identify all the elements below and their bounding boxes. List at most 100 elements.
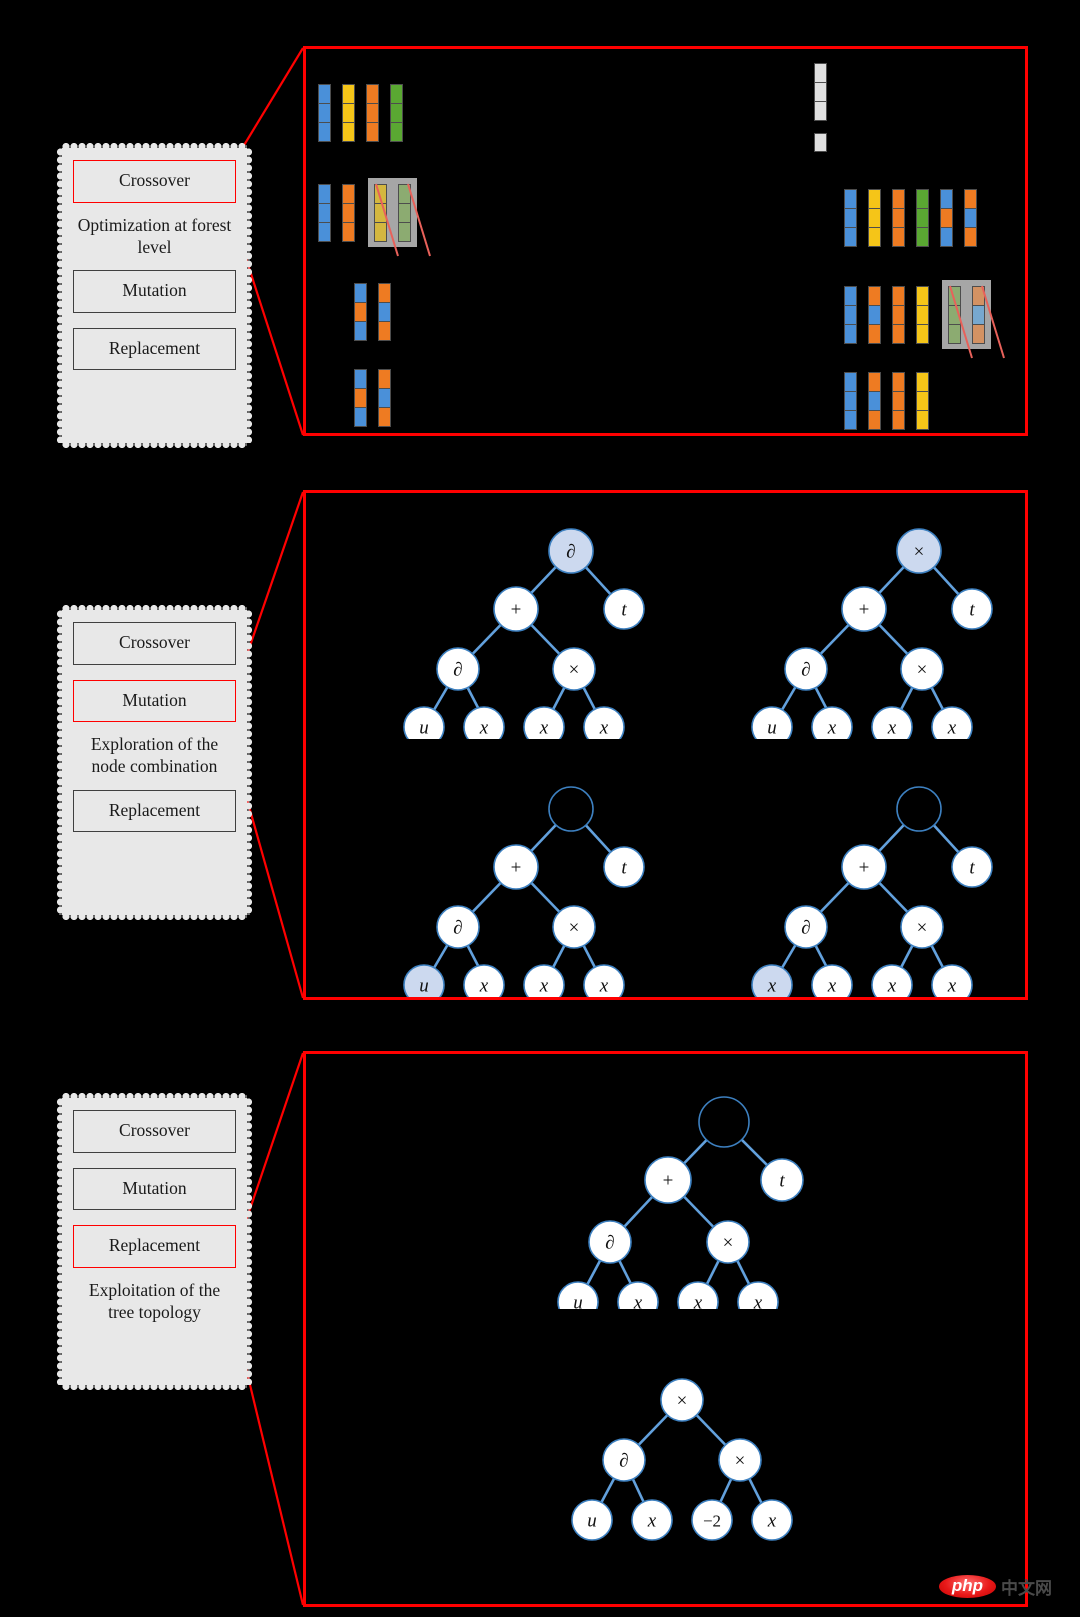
bar: [378, 283, 391, 341]
svg-text:t: t: [969, 600, 975, 621]
svg-text:×: ×: [677, 1391, 688, 1412]
selected-bar-group[interactable]: [368, 178, 417, 248]
svg-text:x: x: [599, 718, 609, 739]
tree-node-root-empty: [896, 786, 942, 832]
bar: [378, 369, 391, 427]
bar: [892, 189, 905, 247]
op-button-crossover[interactable]: Crossover: [73, 1110, 236, 1153]
bar-row-parent-b: [354, 283, 391, 341]
bar: [354, 369, 367, 427]
bar-row-placeholder-grey: [814, 63, 827, 153]
svg-text:x: x: [767, 976, 777, 997]
svg-text:×: ×: [917, 918, 928, 939]
svg-text:x: x: [827, 976, 837, 997]
svg-text:u: u: [767, 718, 777, 739]
bar: [366, 84, 379, 142]
bar: [892, 372, 905, 430]
tree-node-root-empty: [548, 786, 594, 832]
bar: [318, 84, 331, 142]
op-button-crossover[interactable]: Crossover: [73, 622, 236, 665]
svg-text:x: x: [479, 976, 489, 997]
tree-repl-after: × ∂ × u x −2 x: [571, 1378, 793, 1541]
bar: [972, 286, 985, 344]
svg-text:u: u: [419, 718, 429, 739]
card-edge-right: [245, 148, 252, 443]
svg-text:×: ×: [914, 542, 925, 563]
svg-text:∂: ∂: [453, 660, 462, 681]
bar: [868, 286, 881, 344]
svg-text:u: u: [573, 1293, 583, 1310]
tree-mut-before-leaf: t + ∂ × u x x x: [403, 786, 645, 997]
svg-text:x: x: [887, 976, 897, 997]
svg-text:x: x: [479, 718, 489, 739]
svg-text:t: t: [969, 858, 975, 879]
bar: [844, 286, 857, 344]
svg-text:×: ×: [569, 660, 580, 681]
svg-text:t: t: [621, 858, 627, 879]
svg-text:+: +: [859, 858, 870, 879]
svg-text:+: +: [511, 600, 522, 621]
svg-text:+: +: [663, 1171, 674, 1192]
op-button-mutation[interactable]: Mutation: [73, 679, 236, 722]
svg-text:x: x: [947, 976, 957, 997]
svg-text:u: u: [587, 1511, 597, 1532]
tree-node-root-empty: [698, 1096, 750, 1148]
card-edge-right: [245, 1098, 252, 1385]
op-description-crossover: Optimization at forest level: [77, 214, 232, 257]
tree-mut-after-root: × t + ∂ × u x x x: [751, 528, 993, 739]
bar: [892, 286, 905, 344]
bar: [814, 63, 827, 153]
operator-card-crossover: Crossover Optimization at forest level M…: [57, 143, 252, 448]
diagram-canvas: Crossover Optimization at forest level M…: [0, 0, 1080, 1617]
op-button-replacement[interactable]: Replacement: [73, 327, 236, 371]
tree-mut-before-root: ∂ t + ∂ × u x x x: [403, 528, 645, 739]
svg-text:x: x: [633, 1293, 643, 1310]
watermark: php 中文网: [938, 1574, 1052, 1599]
svg-text:x: x: [947, 718, 957, 739]
svg-text:×: ×: [735, 1451, 746, 1472]
bar-row-offspring-left: [354, 369, 391, 427]
bar: [868, 189, 881, 247]
op-button-mutation[interactable]: Mutation: [73, 1167, 236, 1210]
svg-text:∂: ∂: [566, 542, 575, 563]
bar: [916, 286, 929, 344]
bar-row-offspring-right: [844, 372, 929, 430]
op-button-replacement[interactable]: Replacement: [73, 1225, 236, 1268]
card-edge-left: [57, 148, 64, 443]
bar: [916, 189, 929, 247]
svg-text:x: x: [887, 718, 897, 739]
op-button-replacement[interactable]: Replacement: [73, 789, 236, 833]
op-button-mutation[interactable]: Mutation: [73, 270, 236, 313]
card-edge-right: [245, 610, 252, 915]
selected-bar-group[interactable]: [942, 280, 991, 350]
bar: [318, 184, 331, 242]
op-button-crossover[interactable]: Crossover: [73, 160, 236, 203]
svg-text:+: +: [511, 858, 522, 879]
tree-mut-after-leaf: t + ∂ × x x x x: [751, 786, 993, 997]
svg-text:t: t: [621, 600, 627, 621]
svg-text:∂: ∂: [453, 918, 462, 939]
op-description-mutation: Exploration of the node combination: [90, 734, 219, 777]
svg-text:x: x: [539, 718, 549, 739]
bar: [342, 184, 355, 242]
panel-replacement: t + ∂ × u x x x × ∂ × u x −2 x: [303, 1051, 1028, 1607]
bar: [398, 184, 411, 242]
bar: [844, 372, 857, 430]
svg-text:+: +: [859, 600, 870, 621]
panel-mutation: ∂ t + ∂ × u x x x × t + ∂ × u x x x t + …: [303, 490, 1028, 1000]
svg-text:x: x: [753, 1293, 763, 1310]
svg-text:×: ×: [723, 1233, 734, 1254]
svg-text:x: x: [647, 1511, 657, 1532]
svg-text:∂: ∂: [605, 1233, 614, 1254]
svg-text:x: x: [539, 976, 549, 997]
svg-text:∂: ∂: [619, 1451, 628, 1472]
svg-text:x: x: [767, 1511, 777, 1532]
operator-card-replacement: Crossover Mutation Replacement Exploitat…: [57, 1093, 252, 1390]
watermark-php-logo: php: [938, 1575, 996, 1598]
bar-row-child-b-cut: [844, 280, 1005, 359]
bar: [948, 286, 961, 344]
card-edge-left: [57, 610, 64, 915]
watermark-site-text: 中文网: [1001, 1579, 1052, 1598]
panel-crossover: [303, 46, 1028, 436]
svg-text:−2: −2: [703, 1512, 721, 1531]
